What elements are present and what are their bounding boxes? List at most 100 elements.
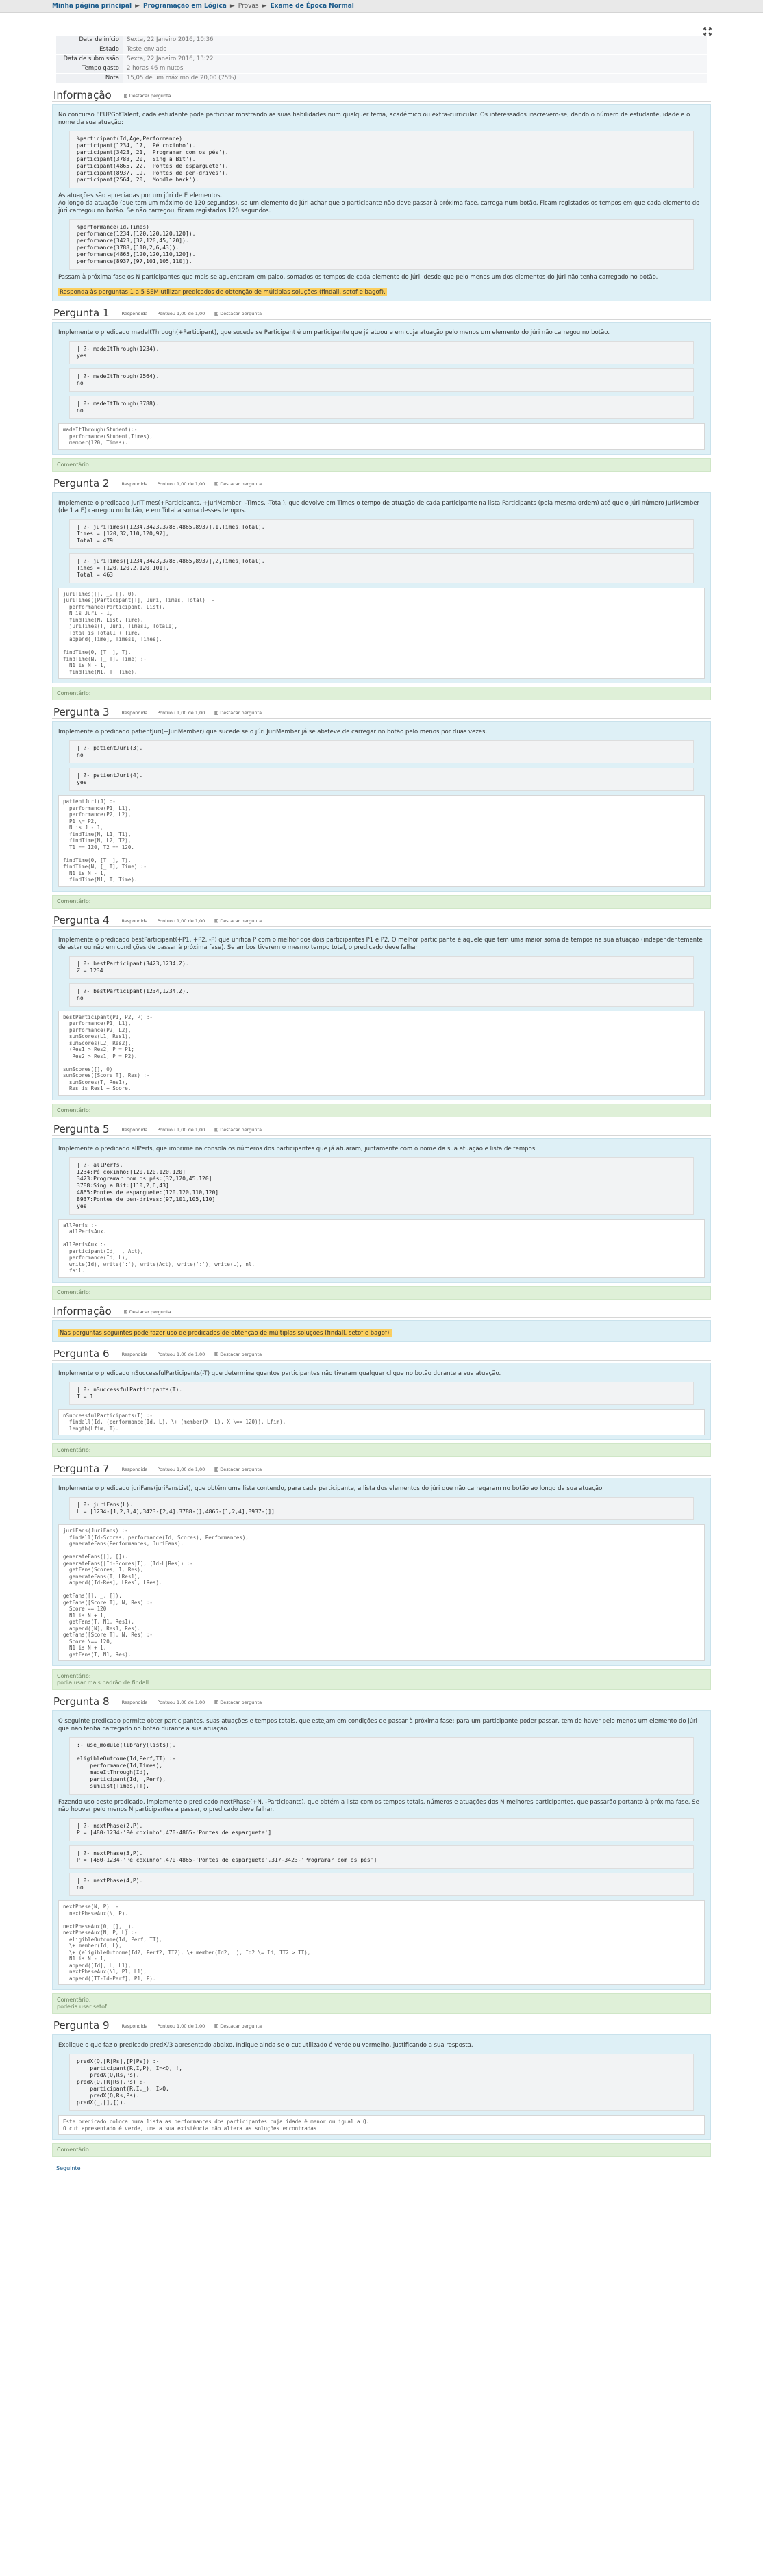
- answer-textarea[interactable]: Este predicado coloca numa lista as perf…: [58, 2115, 705, 2135]
- flag-icon: [214, 312, 218, 316]
- question-meta-text: Respondida: [121, 2023, 148, 2029]
- question-block: Pergunta 7 Respondida Pontuou 1,00 de 1,00…: [52, 1461, 711, 1690]
- attempt-summary: Data de início Sexta, 22 Janeiro 2016, 10…: [56, 27, 712, 84]
- question-header: Informação Destacar pergunta: [52, 88, 711, 102]
- question-meta-text: Destacar pergunta: [220, 710, 262, 716]
- question-status: Pontuou 1,00 de 1,00: [157, 311, 205, 316]
- question-content: No concurso FEUPGotTalent, cada estudant…: [52, 104, 711, 301]
- code-block: | ?- juriFans(L). L = [1234-[1,2,3,4],34…: [69, 1497, 694, 1520]
- question-meta: Respondida Pontuou 1,00 de 1,00 Destacar p…: [122, 1352, 262, 1357]
- summary-label: Nota: [56, 74, 123, 83]
- question-status: Pontuou 1,00 de 1,00: [157, 2023, 205, 2029]
- question-meta-text: Destacar pergunta: [129, 1309, 171, 1315]
- code-block: | ?- nextPhase(3,P). P = [480-1234-'Pé c…: [69, 1845, 694, 1869]
- question-block: Pergunta 9 Respondida Pontuou 1,00 de 1,00…: [52, 2018, 711, 2157]
- question-meta: Destacar pergunta: [123, 1309, 171, 1315]
- flag-question-button[interactable]: Destacar pergunta: [214, 1700, 262, 1705]
- feedback-box: Comentário:: [52, 1285, 711, 1300]
- question-meta: Respondida Pontuou 1,00 de 1,00 Destacar p…: [122, 481, 262, 487]
- summary-row: Data de início Sexta, 22 Janeiro 2016, 10…: [56, 36, 707, 45]
- question-meta-text: Pontuou 1,00 de 1,00: [157, 1126, 205, 1133]
- breadcrumb-item[interactable]: Provas: [238, 3, 259, 10]
- answer-textarea[interactable]: madeItThrough(Student):- performance(Stu…: [58, 423, 705, 450]
- answer-textarea[interactable]: bestParticipant(P1, P2, P) :- performanc…: [58, 1010, 705, 1096]
- question-content: Implemente o predicado madeItThrough(+Pa…: [52, 322, 711, 455]
- feedback-box: Comentário:: [52, 1103, 711, 1117]
- question-meta-text: Pontuou 1,00 de 1,00: [157, 481, 205, 487]
- question-meta-text: Respondida: [121, 311, 148, 316]
- breadcrumb-bar: Minha página principal ► Programação em Ló…: [0, 0, 763, 13]
- question-title: Informação: [53, 1304, 112, 1317]
- breadcrumb-item[interactable]: Programação em Lógica: [143, 3, 227, 10]
- feedback-box: Comentário: podia usar mais padrão de fi…: [52, 1669, 711, 1690]
- summary-label: Data de início: [56, 36, 123, 45]
- flag-question-button[interactable]: Destacar pergunta: [214, 1352, 262, 1357]
- summary-value: Sexta, 22 Janeiro 2016, 10:36: [123, 36, 707, 45]
- question-status: Pontuou 1,00 de 1,00: [157, 710, 205, 716]
- answer-textarea[interactable]: juriFans(JuriFans) :- findall(Id-Scores,…: [58, 1524, 705, 1661]
- answer-textarea[interactable]: allPerfs :- allPerfsAux. allPerfsAux :- …: [58, 1218, 705, 1278]
- question-meta-text: Destacar pergunta: [220, 1126, 262, 1133]
- flag-question-button[interactable]: Destacar pergunta: [214, 2023, 262, 2029]
- flag-question-button[interactable]: Destacar pergunta: [214, 710, 262, 716]
- question-header: Pergunta 5 Respondida Pontuou 1,00 de 1,00…: [52, 1122, 711, 1136]
- question-meta-text: Pontuou 1,00 de 1,00: [157, 1351, 205, 1357]
- question-text: As atuações são apreciadas por um júri d…: [58, 192, 700, 214]
- question-meta-text: Respondida: [121, 1126, 148, 1133]
- question-title: Pergunta 2: [53, 477, 110, 490]
- question-status: Pontuou 1,00 de 1,00: [157, 1127, 205, 1133]
- question-text: Implemente o predicado nSuccessfulPartic…: [58, 1369, 501, 1377]
- code-block: | ?- nSuccessfulParticipants(T). T = 1: [69, 1381, 694, 1405]
- question-status: Respondida: [122, 918, 148, 924]
- question-meta-text: Destacar pergunta: [129, 93, 171, 99]
- question-status: Respondida: [122, 1127, 148, 1133]
- breadcrumb-separator: ►: [262, 3, 267, 10]
- code-block: | ?- juriTimes([1234,3423,3788,4865,8937…: [69, 553, 694, 583]
- question-text: Implemente o predicado patientJuri(+Juri…: [58, 729, 488, 735]
- question-text: O seguinte predicado permite obter parti…: [58, 1718, 699, 1732]
- breadcrumb-item[interactable]: Exame de Época Normal: [271, 3, 354, 10]
- flag-question-button[interactable]: Destacar pergunta: [123, 1309, 171, 1315]
- flag-question-button[interactable]: Destacar pergunta: [214, 918, 262, 924]
- answer-textarea[interactable]: patientJuri(J) :- performance(P1, L1), p…: [58, 795, 705, 887]
- question-status: Respondida: [122, 2023, 148, 2029]
- question-meta-text: Destacar pergunta: [220, 481, 262, 487]
- question-meta-text: Respondida: [121, 918, 148, 924]
- flag-question-button[interactable]: Destacar pergunta: [123, 93, 171, 99]
- feedback-box: Comentário:: [52, 894, 711, 909]
- question-status: Respondida: [122, 710, 148, 716]
- question-status: Pontuou 1,00 de 1,00: [157, 481, 205, 487]
- question-text: Implemente o predicado juriTimes(+Partic…: [58, 499, 701, 514]
- flag-question-button[interactable]: Destacar pergunta: [214, 1127, 262, 1133]
- flag-question-button[interactable]: Destacar pergunta: [214, 1467, 262, 1472]
- question-header: Pergunta 2 Respondida Pontuou 1,00 de 1,00…: [52, 476, 711, 490]
- question-block: Pergunta 6 Respondida Pontuou 1,00 de 1,00…: [52, 1346, 711, 1457]
- question-meta-text: Destacar pergunta: [220, 918, 262, 924]
- next-link[interactable]: Seguinte: [52, 2165, 711, 2171]
- question-status: Respondida: [122, 481, 148, 487]
- question-block: Pergunta 4 Respondida Pontuou 1,00 de 1,00…: [52, 913, 711, 1117]
- question-title: Pergunta 4: [53, 913, 110, 926]
- breadcrumb-item[interactable]: Minha página principal: [52, 3, 132, 10]
- answer-textarea[interactable]: nextPhase(N, P) :- nextPhaseAux(N, P). n…: [58, 1900, 705, 1985]
- question-status: Pontuou 1,00 de 1,00: [157, 1352, 205, 1357]
- summary-label: Estado: [56, 45, 123, 54]
- code-block: | ?- bestParticipant(1234,1234,Z). no: [69, 983, 694, 1007]
- question-text: Nas perguntas seguintes pode fazer uso d…: [58, 1328, 392, 1337]
- question-block: Informação Destacar pergunta Nas perguntas…: [52, 1304, 711, 1342]
- flag-icon: [214, 918, 218, 923]
- question-content: Implemente o predicado patientJuri(+Juri…: [52, 721, 711, 892]
- question-header: Pergunta 7 Respondida Pontuou 1,00 de 1,00…: [52, 1461, 711, 1476]
- flag-question-button[interactable]: Destacar pergunta: [214, 311, 262, 316]
- question-meta-text: Pontuou 1,00 de 1,00: [157, 1467, 205, 1472]
- question-content: Implemente o predicado juriFans(juriFans…: [52, 1478, 711, 1666]
- answer-textarea[interactable]: nSuccessfulParticipants(T) :- findall(Id…: [58, 1409, 705, 1435]
- answer-textarea[interactable]: juriTimes([], _, [], 0). juriTimes([Part…: [58, 587, 705, 679]
- summary-row: Estado Teste enviado: [56, 45, 707, 55]
- summary-value: 15,05 de um máximo de 20,00 (75%): [123, 74, 707, 83]
- flag-question-button[interactable]: Destacar pergunta: [214, 481, 262, 487]
- summary-value: Teste enviado: [123, 45, 707, 54]
- fullscreen-toggle-icon[interactable]: [703, 27, 712, 36]
- question-text: Passam à próxima fase os N participantes…: [58, 274, 658, 281]
- question-meta-text: Respondida: [121, 710, 148, 716]
